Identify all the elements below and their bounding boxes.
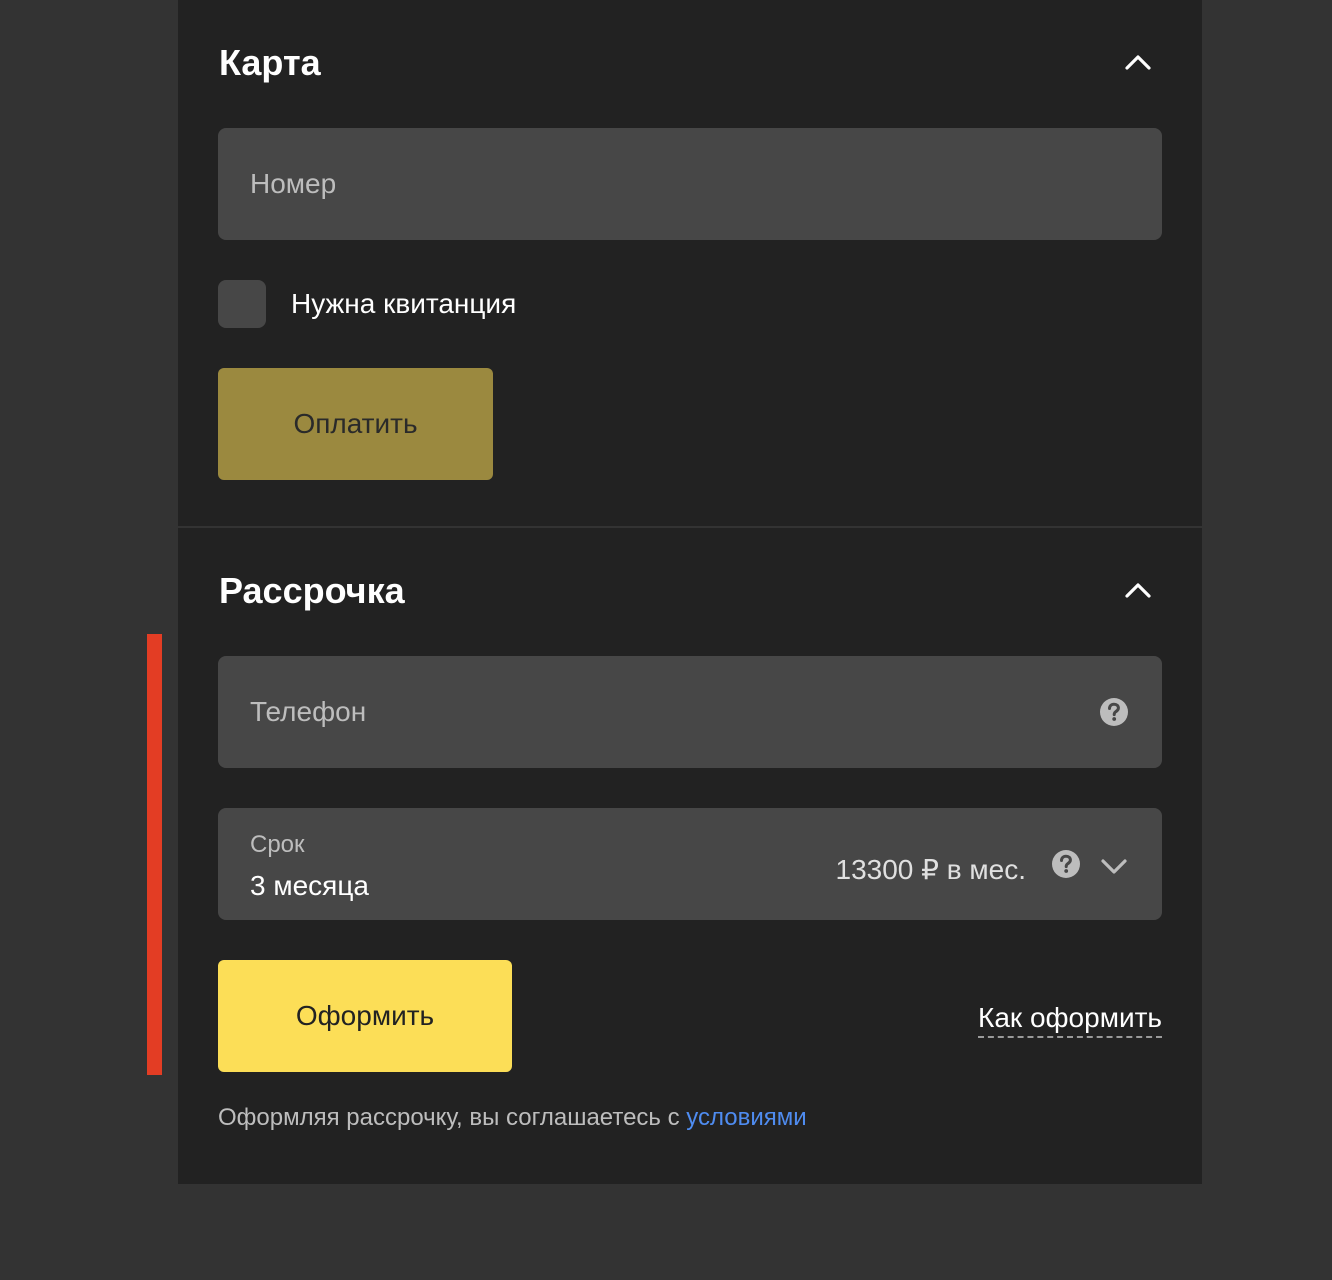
- page: Карта Номер Нужна квитанция Оплатить Рас…: [0, 0, 1332, 1280]
- installment-collapse-button[interactable]: [1118, 570, 1158, 610]
- phone-help-button[interactable]: [1098, 696, 1130, 728]
- accent-bar: [147, 634, 162, 1075]
- chevron-down-icon: [1101, 859, 1127, 874]
- pay-button-label: Оплатить: [293, 408, 418, 439]
- card-number-field[interactable]: Номер: [218, 128, 1162, 240]
- payment-panel: Карта Номер Нужна квитанция Оплатить Рас…: [178, 0, 1202, 1184]
- phone-field[interactable]: Телефон: [218, 656, 1162, 768]
- legal-note: Оформляя рассрочку, вы соглашаетесь с ус…: [218, 1102, 807, 1134]
- chevron-up-icon: [1125, 55, 1151, 70]
- terms-link[interactable]: условиями: [686, 1104, 806, 1131]
- chevron-up-icon: [1125, 583, 1151, 598]
- card-collapse-button[interactable]: [1118, 42, 1158, 82]
- term-select[interactable]: Срок 3 месяца 13300 ₽ в мес.: [218, 808, 1162, 920]
- monthly-amount: 13300 ₽ в мес.: [835, 854, 1027, 885]
- apply-button[interactable]: Оформить: [218, 960, 512, 1072]
- pay-button[interactable]: Оплатить: [218, 368, 493, 480]
- phone-placeholder: Телефон: [250, 696, 367, 727]
- receipt-checkbox[interactable]: [218, 280, 266, 328]
- term-help-button[interactable]: [1050, 848, 1082, 880]
- term-value: 3 месяца: [250, 870, 369, 901]
- question-circle-icon: [1052, 850, 1080, 878]
- receipt-checkbox-label: Нужна квитанция: [291, 288, 517, 319]
- term-dropdown-toggle[interactable]: [1098, 850, 1130, 882]
- receipt-checkbox-row[interactable]: Нужна квитанция: [218, 280, 516, 328]
- term-label: Срок: [250, 831, 305, 858]
- apply-button-label: Оформить: [295, 1000, 435, 1031]
- question-circle-icon: [1100, 698, 1128, 726]
- how-to-apply-link[interactable]: Как оформить: [978, 1000, 1162, 1038]
- legal-text: Оформляя рассрочку, вы соглашаетесь с: [218, 1104, 687, 1131]
- card-number-placeholder: Номер: [250, 168, 337, 199]
- card-section-title: Карта: [219, 42, 321, 83]
- section-divider: [178, 526, 1202, 528]
- installment-section-title: Рассрочка: [219, 570, 405, 611]
